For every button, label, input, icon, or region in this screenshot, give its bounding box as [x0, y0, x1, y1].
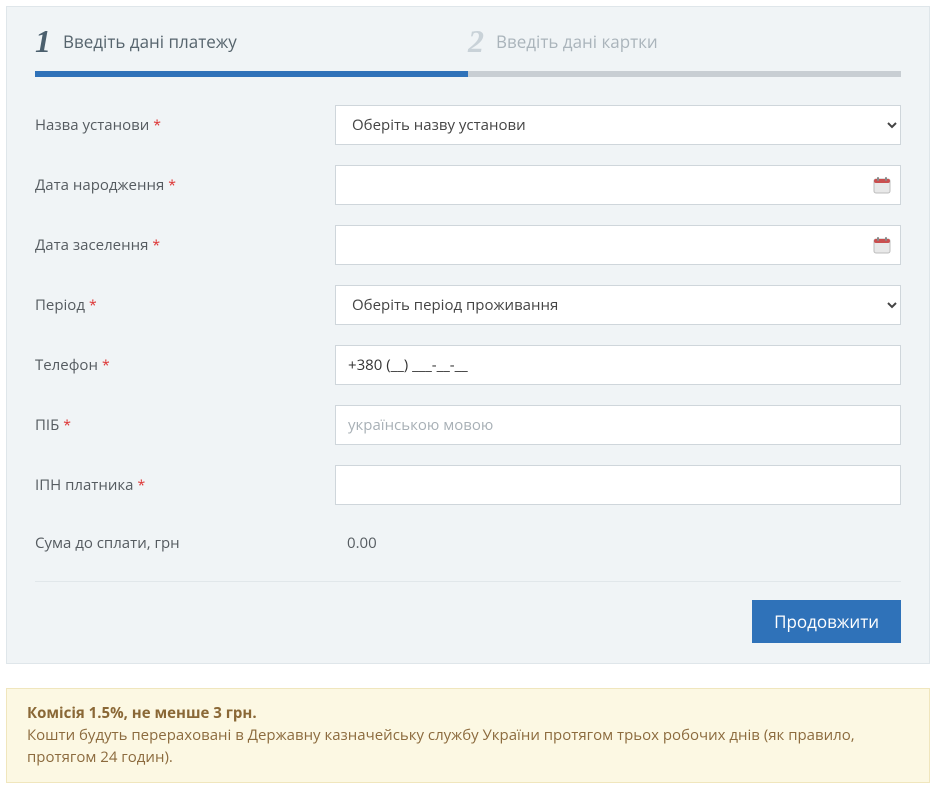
- continue-button[interactable]: Продовжити: [752, 600, 901, 643]
- commission-notice: Комісія 1.5%, не менше 3 грн. Кошти буду…: [6, 688, 930, 783]
- row-ipn: ІПН платника *: [35, 465, 901, 505]
- label-checkin-date: Дата заселення *: [35, 235, 335, 255]
- row-checkin-date: Дата заселення *: [35, 225, 901, 265]
- required-mark: *: [152, 236, 160, 255]
- period-select[interactable]: Оберіть період проживання: [335, 285, 901, 325]
- institution-select[interactable]: Оберіть назву установи: [335, 105, 901, 145]
- payment-form: Назва установи * Оберіть назву установи …: [35, 105, 901, 643]
- row-birth-date: Дата народження *: [35, 165, 901, 205]
- required-mark: *: [63, 416, 71, 435]
- label-fio: ПІБ *: [35, 415, 335, 435]
- commission-title: Комісія 1.5%, не менше 3 грн.: [27, 703, 257, 723]
- step-2-label: Введіть дані картки: [496, 30, 658, 53]
- label-amount: Сума до сплати, грн: [35, 533, 335, 553]
- separator: [35, 581, 901, 582]
- label-ipn: ІПН платника *: [35, 475, 335, 495]
- payment-panel: 1 Введіть дані платежу 2 Введіть дані ка…: [6, 6, 930, 664]
- fio-input[interactable]: [335, 405, 901, 445]
- row-period: Період * Оберіть період проживання: [35, 285, 901, 325]
- required-mark: *: [102, 356, 110, 375]
- label-birth-date-text: Дата народження: [35, 175, 164, 195]
- required-mark: *: [153, 116, 161, 135]
- amount-value: 0.00: [335, 525, 901, 561]
- step-1: 1 Введіть дані платежу: [35, 21, 468, 65]
- checkin-date-input[interactable]: [335, 225, 901, 265]
- label-period: Період *: [35, 295, 335, 315]
- button-row: Продовжити: [35, 600, 901, 643]
- steps: 1 Введіть дані платежу 2 Введіть дані ка…: [35, 21, 901, 65]
- progress-bar: [35, 71, 901, 77]
- step-1-label: Введіть дані платежу: [63, 30, 237, 53]
- label-birth-date: Дата народження *: [35, 175, 335, 195]
- phone-input[interactable]: [335, 345, 901, 385]
- row-amount: Сума до сплати, грн 0.00: [35, 525, 901, 561]
- label-institution: Назва установи *: [35, 115, 335, 135]
- label-phone: Телефон *: [35, 355, 335, 375]
- required-mark: *: [137, 476, 145, 495]
- label-fio-text: ПІБ: [35, 415, 59, 435]
- step-2-number: 2: [468, 25, 484, 57]
- label-checkin-date-text: Дата заселення: [35, 235, 148, 255]
- ipn-input[interactable]: [335, 465, 901, 505]
- commission-body: Кошти будуть перераховані в Державну каз…: [27, 725, 855, 767]
- required-mark: *: [89, 296, 97, 315]
- step-1-number: 1: [35, 25, 51, 57]
- progress-seg-2: [468, 71, 901, 77]
- step-2: 2 Введіть дані картки: [468, 21, 901, 65]
- required-mark: *: [168, 176, 176, 195]
- row-fio: ПІБ *: [35, 405, 901, 445]
- label-amount-text: Сума до сплати, грн: [35, 533, 180, 553]
- birth-date-input[interactable]: [335, 165, 901, 205]
- calendar-icon[interactable]: [873, 176, 891, 194]
- progress-seg-1: [35, 71, 468, 77]
- label-institution-text: Назва установи: [35, 115, 149, 135]
- label-period-text: Період: [35, 295, 85, 315]
- row-institution: Назва установи * Оберіть назву установи: [35, 105, 901, 145]
- label-phone-text: Телефон: [35, 355, 98, 375]
- label-ipn-text: ІПН платника: [35, 475, 133, 495]
- calendar-icon[interactable]: [873, 236, 891, 254]
- row-phone: Телефон *: [35, 345, 901, 385]
